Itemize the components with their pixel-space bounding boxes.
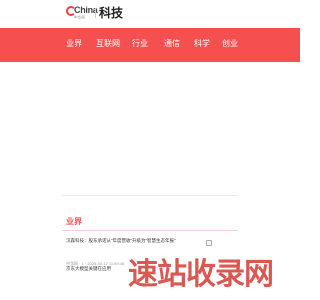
page: China 中华网 科技 业界 互联网 行业 通信 科学 创业 业界 汉森科技：… — [0, 0, 300, 300]
nav-item-startup[interactable]: 创业 — [222, 39, 238, 49]
nav-item-internet[interactable]: 互联网 — [96, 39, 120, 49]
list-heading-divider — [62, 230, 238, 231]
article-title[interactable]: 汉森科技：股东承诺从“年度营收”升级为“智慧生态年报” — [66, 238, 194, 244]
hero-placeholder — [62, 62, 238, 194]
list-heading: 业界 — [66, 217, 82, 226]
watermark-text: 速站收录网 — [128, 258, 274, 291]
nav-item-science[interactable]: 科学 — [194, 39, 210, 49]
nav-item-sector[interactable]: 行业 — [132, 39, 148, 49]
site-logo[interactable]: China 中华网 — [66, 5, 98, 23]
nav-item-telecom[interactable]: 通信 — [164, 39, 180, 49]
header-divider — [95, 8, 96, 18]
section-divider — [62, 195, 238, 196]
logo-subtitle: 中华网 — [74, 15, 85, 20]
top-nav: 业界 互联网 行业 通信 科学 创业 — [0, 28, 300, 62]
thumbnail-image-icon[interactable] — [206, 240, 212, 246]
nav-item-industry[interactable]: 业界 — [66, 39, 82, 49]
site-header: China 中华网 科技 — [0, 0, 300, 28]
section-title: 科技 — [99, 6, 124, 20]
